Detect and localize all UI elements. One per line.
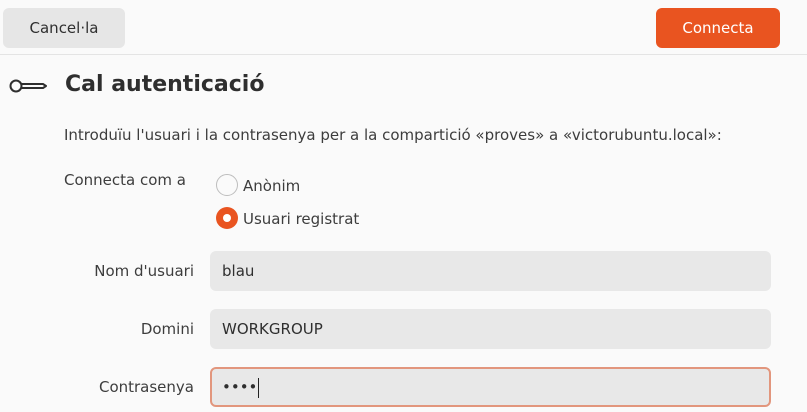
username-label: Nom d'usuari [94, 262, 194, 280]
connect-button[interactable]: Connecta [656, 8, 780, 48]
radio-anonymous[interactable] [216, 174, 238, 196]
password-label: Contrasenya [98, 378, 194, 396]
radio-registered-user[interactable] [216, 207, 238, 229]
username-field[interactable]: blau [210, 251, 771, 291]
cancel-button[interactable]: Cancel·la [3, 8, 125, 48]
key-icon [9, 79, 47, 93]
password-field[interactable]: •••• [210, 367, 771, 407]
dialog-title: Cal autenticació [65, 72, 265, 97]
text-caret [258, 377, 260, 398]
password-value: •••• [222, 378, 258, 396]
connect-as-label: Connecta com a [64, 171, 186, 189]
domain-field[interactable]: WORKGROUP [210, 309, 771, 349]
dialog-title-row: Cal autenticació [0, 68, 807, 102]
header-bar: Cancel·la Connecta [0, 0, 807, 55]
radio-anonymous-label[interactable]: Anònim [243, 174, 300, 198]
domain-label: Domini [140, 320, 194, 338]
intro-text: Introduïu l'usuari i la contrasenya per … [64, 126, 722, 144]
radio-registered-user-label[interactable]: Usuari registrat [243, 207, 359, 231]
